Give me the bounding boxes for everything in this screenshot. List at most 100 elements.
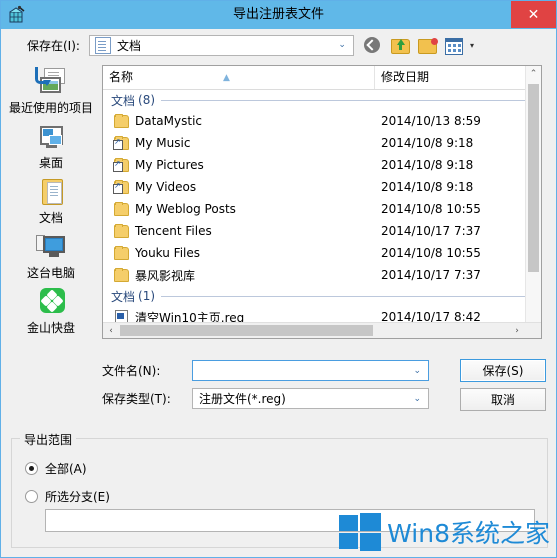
sidebar-item-label: 最近使用的项目: [8, 101, 93, 115]
radio-all[interactable]: 全部(A): [25, 460, 87, 477]
group-label: 文档: [111, 93, 136, 108]
branch-path-input[interactable]: [45, 509, 535, 532]
radio-all-indicator[interactable]: [25, 462, 38, 475]
table-row[interactable]: My Pictures 2014/10/8 9:18: [103, 154, 541, 176]
window-title: 导出注册表文件: [232, 7, 324, 22]
folder-icon: [113, 246, 129, 260]
row-name-cell: My Music: [103, 136, 375, 150]
column-header-date[interactable]: 修改日期: [375, 66, 525, 89]
file-name: My Pictures: [135, 158, 204, 172]
file-name: My Music: [135, 136, 191, 150]
horizontal-scrollbar[interactable]: ‹ ›: [103, 322, 541, 338]
filetype-select[interactable]: 注册文件(*.reg) ⌄: [192, 388, 429, 409]
horizontal-scroll-thumb[interactable]: [120, 325, 373, 336]
file-name: Tencent Files: [135, 224, 212, 238]
sort-ascending-icon: ▲: [223, 73, 230, 83]
table-row[interactable]: Youku Files 2014/10/8 10:55: [103, 242, 541, 264]
table-row[interactable]: Tencent Files 2014/10/17 7:37: [103, 220, 541, 242]
table-row[interactable]: DataMystic 2014/10/13 8:59: [103, 110, 541, 132]
scroll-left-icon[interactable]: ‹: [103, 323, 119, 338]
filename-label: 文件名(N):: [102, 364, 161, 378]
file-date: 2014/10/17 7:37: [381, 268, 481, 282]
toolbar-icon-group: ▾: [363, 35, 474, 55]
file-list-body: 文档 (8) DataMystic 2014/10/13 8:59 My Mus…: [103, 90, 541, 338]
desktop-icon: [35, 122, 68, 152]
sidebar-item-kuaipan[interactable]: 金山快盘: [1, 283, 101, 338]
table-row[interactable]: My Videos 2014/10/8 9:18: [103, 176, 541, 198]
table-row[interactable]: 暴风影视库 2014/10/17 7:37: [103, 264, 541, 286]
lookin-value: 文档: [116, 38, 141, 53]
file-name: DataMystic: [135, 114, 202, 128]
group-header[interactable]: 文档 (8): [103, 90, 541, 110]
folder-icon: [113, 114, 129, 128]
export-range-title: 导出范围: [20, 431, 77, 448]
chevron-down-icon[interactable]: ⌄: [413, 366, 421, 376]
sidebar-item-label: 桌面: [38, 156, 63, 170]
filetype-label: 保存类型(T):: [102, 392, 171, 406]
views-icon[interactable]: [444, 35, 465, 55]
registry-editor-icon: [7, 5, 27, 25]
new-folder-icon[interactable]: [417, 35, 438, 55]
column-header-name[interactable]: 名称 ▲: [103, 66, 375, 89]
shortcut-folder-icon: [113, 136, 129, 150]
file-name: My Weblog Posts: [135, 202, 236, 216]
back-icon[interactable]: [363, 35, 384, 55]
sidebar-item-label: 文档: [38, 211, 63, 225]
vertical-scrollbar[interactable]: ⌃ ⌄: [525, 66, 541, 338]
up-folder-icon[interactable]: [390, 35, 411, 55]
sidebar-item-recent[interactable]: 最近使用的项目: [1, 63, 101, 118]
group-divider: [161, 295, 537, 297]
save-button[interactable]: 保存(S): [460, 359, 546, 382]
lookin-combobox[interactable]: 文档 ⌄: [88, 34, 354, 56]
file-date: 2014/10/8 10:55: [381, 202, 481, 216]
filename-row: 文件名(N): ⌄: [102, 360, 429, 381]
radio-all-label: 全部(A): [45, 462, 87, 476]
file-date: 2014/10/17 7:37: [381, 224, 481, 238]
file-date: 2014/10/8 9:18: [381, 136, 474, 150]
group-divider: [161, 99, 537, 101]
radio-selected-branch-label: 所选分支(E): [45, 490, 110, 504]
file-list-header: 名称 ▲ 修改日期: [103, 66, 541, 90]
chevron-down-icon[interactable]: ⌄: [338, 40, 346, 50]
document-folder-icon: [94, 36, 111, 54]
file-name: Youku Files: [135, 246, 201, 260]
row-name-cell: DataMystic: [103, 114, 375, 128]
filename-input[interactable]: ⌄: [192, 360, 429, 381]
kingsoft-kuaipan-icon: [35, 287, 68, 317]
group-count: (8): [138, 93, 156, 107]
row-name-cell: Youku Files: [103, 246, 375, 260]
row-name-cell: 暴风影视库: [103, 267, 375, 284]
table-row[interactable]: My Weblog Posts 2014/10/8 10:55: [103, 198, 541, 220]
column-header-name-label: 名称: [109, 70, 134, 84]
sidebar-item-documents[interactable]: 文档: [1, 173, 101, 228]
title-bar: 导出注册表文件 ✕: [1, 1, 556, 29]
row-name-cell: My Videos: [103, 180, 375, 194]
file-name: My Videos: [135, 180, 197, 194]
row-name-cell: Tencent Files: [103, 224, 375, 238]
radio-selected-branch[interactable]: 所选分支(E): [25, 488, 110, 505]
cancel-button[interactable]: 取消: [460, 388, 546, 411]
file-name: 暴风影视库: [135, 268, 196, 283]
this-pc-icon: [35, 232, 68, 262]
radio-selected-branch-indicator[interactable]: [25, 490, 38, 503]
chevron-down-icon[interactable]: ⌄: [413, 394, 421, 404]
sidebar-item-label: 金山快盘: [26, 321, 75, 335]
vertical-scroll-thumb[interactable]: [528, 84, 539, 272]
places-sidebar: 最近使用的项目 桌面 文档 这台电脑 金山快盘: [1, 63, 101, 341]
row-name-cell: My Pictures: [103, 158, 375, 172]
scroll-up-icon[interactable]: ⌃: [526, 66, 541, 82]
folder-icon: [113, 202, 129, 216]
folder-icon: [113, 268, 129, 282]
group-header[interactable]: 文档 (1): [103, 286, 541, 306]
views-chevron-down-icon[interactable]: ▾: [470, 41, 474, 50]
recent-items-icon: [34, 67, 68, 97]
shortcut-folder-icon: [113, 180, 129, 194]
close-button[interactable]: ✕: [511, 1, 556, 28]
file-list[interactable]: 名称 ▲ 修改日期 文档 (8) DataMystic 2014/10/13 8…: [102, 65, 542, 339]
table-row[interactable]: My Music 2014/10/8 9:18: [103, 132, 541, 154]
sidebar-item-desktop[interactable]: 桌面: [1, 118, 101, 173]
sidebar-item-this-pc[interactable]: 这台电脑: [1, 228, 101, 283]
scroll-right-icon[interactable]: ›: [509, 323, 525, 338]
filetype-row: 保存类型(T): 注册文件(*.reg) ⌄: [102, 388, 429, 409]
filetype-value: 注册文件(*.reg): [199, 392, 286, 406]
